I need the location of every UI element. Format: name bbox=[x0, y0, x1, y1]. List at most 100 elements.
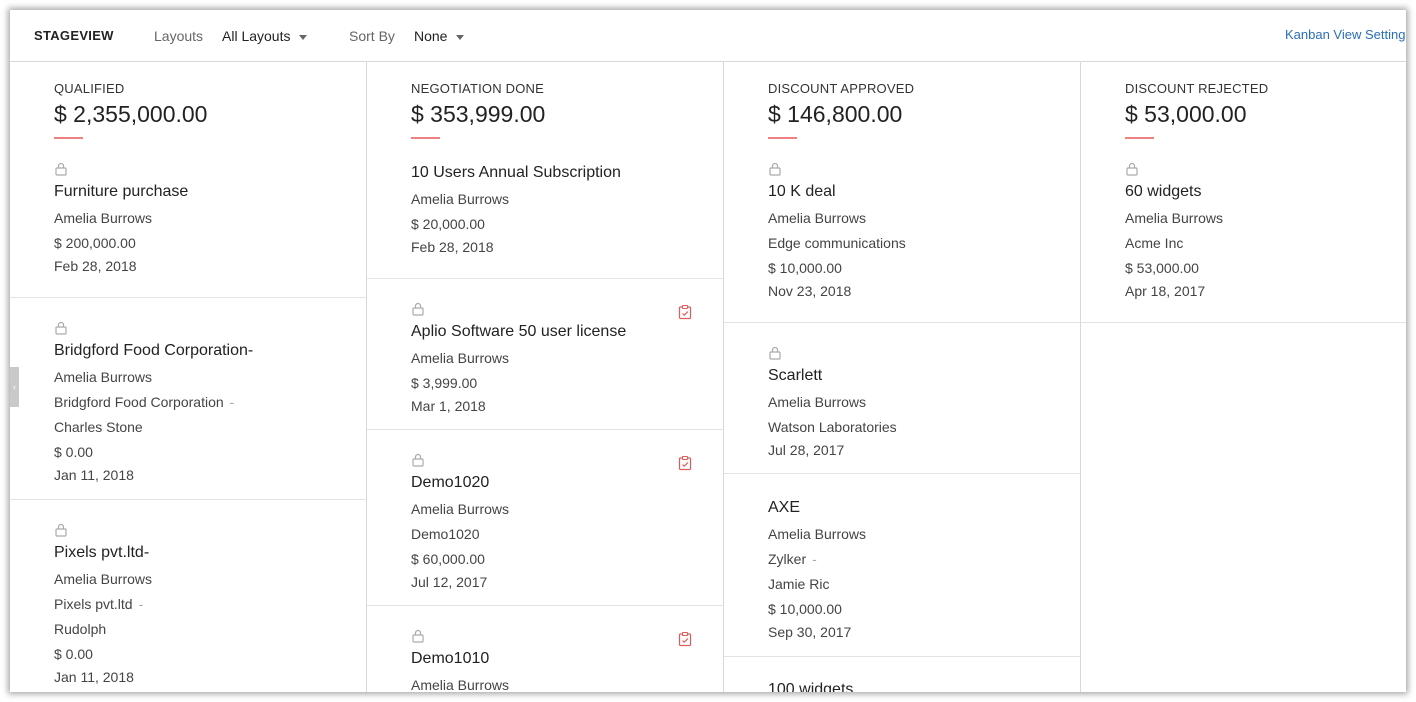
lock-icon bbox=[412, 453, 424, 467]
stage-total: $ 146,800.00 bbox=[768, 101, 903, 127]
layouts-dropdown[interactable]: All Layouts bbox=[222, 28, 308, 44]
deal-card[interactable]: AXE Amelia Burrows Zylker - Jamie Ric $ 1… bbox=[724, 474, 1080, 657]
deal-card[interactable]: Demo1010 Amelia Burrows bbox=[367, 606, 723, 692]
lock-icon bbox=[412, 629, 424, 643]
deal-name: Pixels pvt.ltd- bbox=[54, 544, 150, 561]
stage-column-qualified: QUALIFIED $ 2,355,000.00 Furniture purch… bbox=[10, 62, 367, 692]
lock-icon bbox=[55, 523, 67, 537]
deal-owner: Amelia Burrows bbox=[768, 394, 867, 410]
deal-account: Zylker - bbox=[768, 551, 1080, 568]
deal-card[interactable]: Scarlett Amelia Burrows Watson Laborator… bbox=[724, 323, 1080, 474]
stage-accent-line bbox=[1125, 137, 1154, 139]
stage-title: DISCOUNT APPROVED bbox=[768, 81, 915, 96]
deal-amount: $ 53,000.00 bbox=[1125, 260, 1199, 276]
sort-by-dropdown-value: None bbox=[414, 28, 448, 44]
chevron-down-icon bbox=[456, 34, 465, 40]
deal-account-name: Bridgford Food Corporation bbox=[54, 394, 224, 410]
deal-owner: Amelia Burrows bbox=[411, 350, 510, 366]
kanban-window: STAGEVIEW Layouts All Layouts Sort By No… bbox=[10, 10, 1406, 692]
kanban-view-settings-link[interactable]: Kanban View Setting bbox=[1285, 27, 1405, 42]
deal-amount: $ 0.00 bbox=[54, 444, 93, 460]
task-clipboard-icon[interactable] bbox=[677, 455, 693, 471]
deal-amount: $ 0.00 bbox=[54, 646, 93, 662]
deal-name: Scarlett bbox=[768, 367, 823, 384]
deal-account: Pixels pvt.ltd - bbox=[54, 596, 366, 613]
sort-by-label: Sort By bbox=[349, 28, 395, 44]
lock-icon bbox=[769, 162, 781, 176]
stage-title: DISCOUNT REJECTED bbox=[1125, 81, 1269, 96]
deal-name: AXE bbox=[768, 499, 801, 516]
deal-closing-date: Jan 11, 2018 bbox=[54, 467, 134, 483]
stage-total: $ 53,000.00 bbox=[1125, 101, 1247, 127]
task-clipboard-icon[interactable] bbox=[677, 631, 693, 647]
deal-closing-date: Feb 28, 2018 bbox=[411, 239, 494, 255]
chevron-down-icon bbox=[299, 34, 308, 40]
stage-title: QUALIFIED bbox=[54, 81, 125, 96]
separator-dash: - bbox=[229, 394, 235, 410]
deal-card[interactable]: Bridgford Food Corporation- Amelia Burro… bbox=[10, 298, 366, 500]
deal-account: Bridgford Food Corporation - bbox=[54, 394, 366, 411]
deal-contact: Charles Stone bbox=[54, 419, 143, 435]
deal-closing-date: Jan 11, 2018 bbox=[54, 669, 134, 685]
deal-card[interactable]: Demo1020 Amelia Burrows Demo1020 $ 60,00… bbox=[367, 430, 723, 606]
view-title: STAGEVIEW bbox=[34, 28, 114, 43]
deal-card[interactable]: Aplio Software 50 user license Amelia Bu… bbox=[367, 279, 723, 430]
stage-header: QUALIFIED $ 2,355,000.00 bbox=[10, 62, 366, 154]
stage-accent-line bbox=[54, 137, 83, 139]
deal-owner: Amelia Burrows bbox=[54, 210, 153, 226]
deal-account: Demo1020 bbox=[411, 526, 480, 542]
deal-owner: Amelia Burrows bbox=[411, 191, 510, 207]
stage-column-discount-rejected: DISCOUNT REJECTED $ 53,000.00 60 widgets… bbox=[1081, 62, 1406, 692]
deal-amount: $ 60,000.00 bbox=[411, 551, 485, 567]
deal-closing-date: Jul 28, 2017 bbox=[768, 442, 845, 458]
lock-icon bbox=[55, 321, 67, 335]
deal-name: Aplio Software 50 user license bbox=[411, 323, 627, 340]
deal-account-name: Pixels pvt.ltd bbox=[54, 596, 133, 612]
deal-card[interactable]: Furniture purchase Amelia Burrows $ 200,… bbox=[10, 154, 366, 298]
stage-column-negotiation-done: NEGOTIATION DONE $ 353,999.00 10 Users A… bbox=[367, 62, 724, 692]
sort-by-dropdown[interactable]: None bbox=[414, 28, 465, 44]
deal-owner: Amelia Burrows bbox=[411, 677, 510, 692]
deal-amount: $ 3,999.00 bbox=[411, 375, 478, 391]
deal-account-name: Zylker bbox=[768, 551, 807, 567]
deal-card[interactable]: 60 widgets Amelia Burrows Acme Inc $ 53,… bbox=[1081, 154, 1406, 323]
deal-closing-date: Jul 12, 2017 bbox=[411, 574, 488, 590]
separator-dash: - bbox=[138, 596, 144, 612]
layouts-dropdown-value: All Layouts bbox=[222, 28, 291, 44]
stage-header: NEGOTIATION DONE $ 353,999.00 bbox=[367, 62, 723, 154]
deal-card[interactable]: Pixels pvt.ltd- Amelia Burrows Pixels pv… bbox=[10, 500, 366, 692]
deal-owner: Amelia Burrows bbox=[411, 501, 510, 517]
toolbar: STAGEVIEW Layouts All Layouts Sort By No… bbox=[10, 10, 1406, 62]
deal-owner: Amelia Burrows bbox=[54, 571, 153, 587]
deal-amount: $ 20,000.00 bbox=[411, 216, 485, 232]
deal-name: Demo1020 bbox=[411, 474, 490, 491]
separator-dash: - bbox=[812, 551, 817, 567]
deal-closing-date: Feb 28, 2018 bbox=[54, 258, 137, 274]
deal-card[interactable]: 10 Users Annual Subscription Amelia Burr… bbox=[367, 154, 723, 279]
stage-column-discount-approved: DISCOUNT APPROVED $ 146,800.00 10 K deal… bbox=[724, 62, 1081, 692]
deal-account: Edge communications bbox=[768, 235, 906, 251]
deal-name: Bridgford Food Corporation- bbox=[54, 342, 254, 359]
deal-name: 60 widgets bbox=[1125, 183, 1202, 200]
lock-icon bbox=[55, 162, 67, 176]
deal-amount: $ 10,000.00 bbox=[768, 601, 842, 617]
deal-card[interactable]: 100 widgets bbox=[724, 657, 1080, 692]
scroll-left-handle[interactable]: ‹ bbox=[10, 367, 19, 407]
lock-icon bbox=[412, 302, 424, 316]
deal-card[interactable]: 10 K deal Amelia Burrows Edge communicat… bbox=[724, 154, 1080, 323]
stage-total: $ 353,999.00 bbox=[411, 101, 546, 127]
deal-owner: Amelia Burrows bbox=[768, 526, 867, 542]
deal-owner: Amelia Burrows bbox=[54, 369, 153, 385]
deal-closing-date: Nov 23, 2018 bbox=[768, 283, 852, 299]
deal-closing-date: Sep 30, 2017 bbox=[768, 624, 852, 640]
chevron-left-icon: ‹ bbox=[13, 382, 16, 392]
deal-owner: Amelia Burrows bbox=[1125, 210, 1224, 226]
task-clipboard-icon[interactable] bbox=[677, 304, 693, 320]
lock-icon bbox=[769, 346, 781, 360]
deal-account: Watson Laboratories bbox=[768, 419, 897, 435]
deal-name: 10 Users Annual Subscription bbox=[411, 164, 621, 181]
deal-amount: $ 10,000.00 bbox=[768, 260, 842, 276]
kanban-board: QUALIFIED $ 2,355,000.00 Furniture purch… bbox=[10, 62, 1406, 692]
deal-name: 100 widgets bbox=[768, 681, 854, 692]
lock-icon bbox=[1126, 162, 1138, 176]
